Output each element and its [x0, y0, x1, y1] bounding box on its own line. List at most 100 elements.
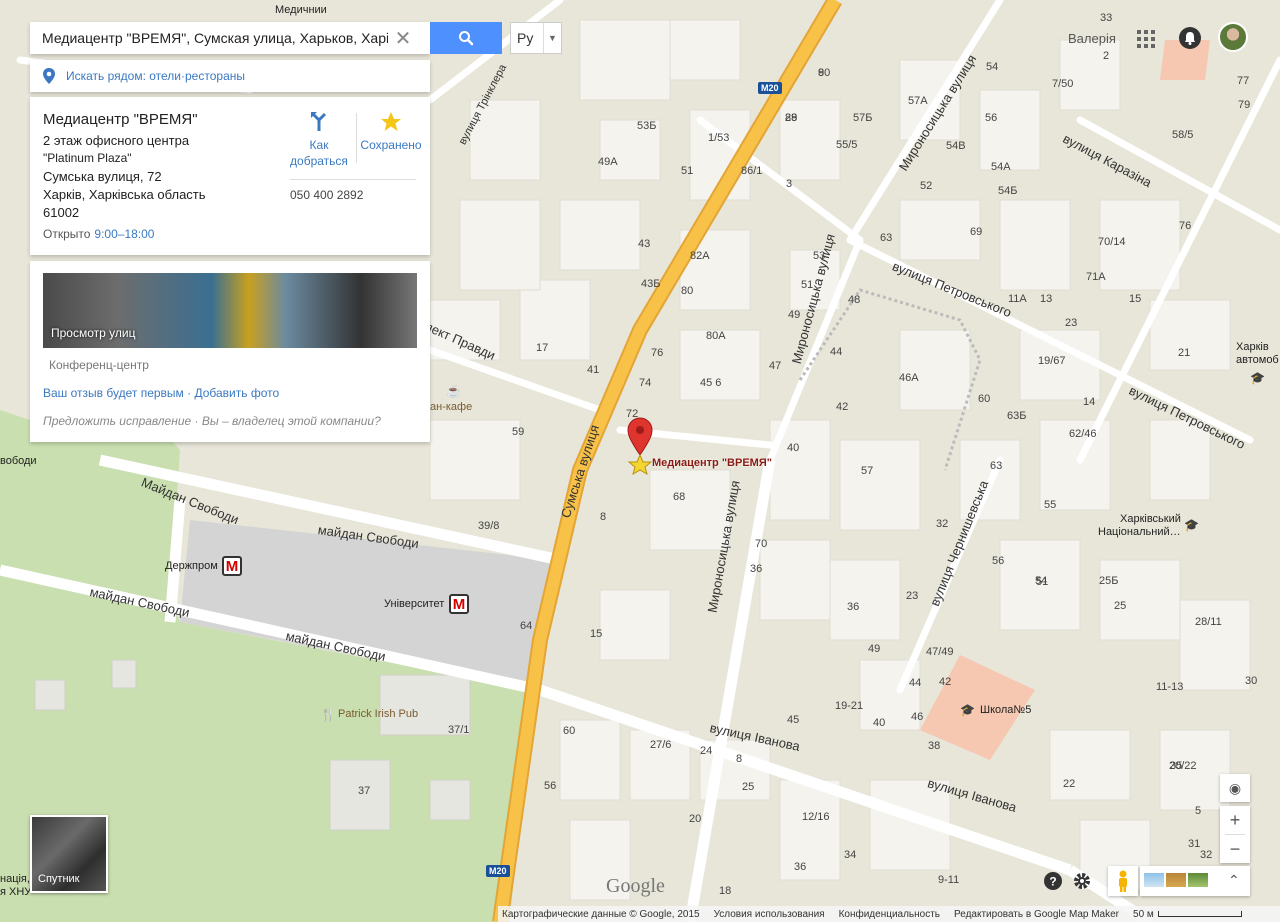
- user-name[interactable]: Валерія: [1068, 31, 1116, 46]
- house-number: 31: [1188, 838, 1201, 850]
- house-number: 46: [911, 711, 924, 723]
- metro-derzhprom-icon[interactable]: M: [222, 556, 242, 576]
- place-address-line-1: 2 этаж офисного центра: [43, 133, 190, 148]
- help-settings-tools: ?: [1040, 868, 1102, 897]
- terms-link[interactable]: Условия использования: [714, 909, 825, 920]
- house-number: 53Б: [637, 120, 657, 132]
- zoom-in-button[interactable]: +: [1220, 806, 1250, 834]
- search-box[interactable]: ✕: [30, 22, 430, 54]
- language-select[interactable]: Ру ▼: [510, 22, 562, 54]
- pub-icon[interactable]: 🍴: [320, 707, 336, 723]
- house-number: 11-13: [1156, 681, 1184, 693]
- house-number: 82A: [690, 250, 710, 262]
- house-number: 63Б: [1007, 410, 1027, 422]
- house-number: 32: [1200, 849, 1213, 861]
- locate-control[interactable]: ◉: [1220, 774, 1250, 802]
- poi-university-label-2[interactable]: Національний…: [1098, 526, 1181, 538]
- zoom-control[interactable]: + −: [1220, 806, 1250, 863]
- search-nearby-text[interactable]: Искать рядом: отели·рестораны: [66, 69, 245, 83]
- poi-school-label[interactable]: Школа№5: [980, 704, 1031, 716]
- house-number: 40: [787, 442, 800, 454]
- satellite-label: Спутник: [38, 873, 80, 885]
- house-number: 8: [818, 67, 825, 79]
- house-number: 52: [920, 180, 933, 192]
- house-number: 77: [1237, 75, 1250, 87]
- photos-layer-icon[interactable]: [1188, 873, 1208, 887]
- poi-pub-label[interactable]: Patrick Irish Pub: [338, 708, 418, 720]
- house-number: 47/49: [926, 646, 954, 658]
- help-icon[interactable]: ?: [1044, 872, 1062, 890]
- terrain-layer-icon[interactable]: [1166, 873, 1186, 887]
- poi-auto-label-1[interactable]: Харків: [1236, 341, 1269, 353]
- cafe-icon[interactable]: ☕: [446, 384, 461, 398]
- place-title: Медиацентр "ВРЕМЯ": [43, 111, 198, 128]
- poi-svobody-label: вободи: [0, 455, 37, 467]
- avatar[interactable]: [1218, 22, 1248, 52]
- house-number: 60: [563, 725, 576, 737]
- directions-icon: [311, 112, 327, 131]
- house-number: 23: [906, 590, 919, 602]
- card-divider-vertical: [356, 113, 357, 163]
- expand-icon[interactable]: ⌃: [1228, 872, 1240, 889]
- house-number: 70: [755, 538, 768, 550]
- house-number: 37: [358, 785, 371, 797]
- opening-hours: Открыто 9:00–18:00: [43, 227, 154, 241]
- house-number: 18: [719, 885, 732, 897]
- clear-icon[interactable]: ✕: [388, 26, 418, 51]
- poi-auto-label-2[interactable]: автомоб: [1236, 354, 1279, 366]
- layers-panel[interactable]: ⌃: [1140, 866, 1250, 896]
- poi-universytet-label[interactable]: Університет: [384, 598, 444, 610]
- poi-derzhprom-label[interactable]: Держпром: [165, 560, 218, 572]
- house-number: 76: [1179, 220, 1192, 232]
- settings-gear-icon[interactable]: [1074, 873, 1090, 889]
- house-number: 80A: [706, 330, 726, 342]
- place-card: Медиацентр "ВРЕМЯ" 2 этаж офисного центр…: [30, 97, 430, 255]
- house-number: 60: [978, 393, 991, 405]
- house-number: 38: [928, 740, 941, 752]
- house-number: 44: [830, 346, 843, 358]
- review-link[interactable]: Ваш отзыв будет первым · Добавить фото: [43, 386, 279, 400]
- house-number: 79: [1238, 99, 1251, 111]
- chevron-down-icon[interactable]: ▼: [543, 23, 561, 53]
- house-number: 39/8: [478, 520, 500, 532]
- university-icon[interactable]: 🎓: [1184, 518, 1199, 532]
- street-view-label[interactable]: Просмотр улиц: [51, 326, 135, 340]
- scale-indicator[interactable]: 50 м: [1133, 909, 1242, 920]
- place-address-line-3: Сумська вулиця, 72: [43, 169, 162, 184]
- directions-button[interactable]: Как добраться: [288, 111, 350, 169]
- highway-shield-top: M20: [758, 82, 782, 94]
- poi-cafe-label[interactable]: ан-кафе: [430, 401, 472, 413]
- hours-link[interactable]: 9:00–18:00: [94, 227, 154, 241]
- earth-layer-icon[interactable]: [1144, 873, 1164, 887]
- metro-universytet-icon[interactable]: M: [449, 594, 469, 614]
- map-maker-link[interactable]: Редактировать в Google Map Maker: [954, 909, 1119, 920]
- my-location-icon[interactable]: ◉: [1220, 774, 1250, 802]
- poi-medical-label-1[interactable]: Медичнии: [275, 4, 327, 16]
- school-icon[interactable]: 🎓: [960, 703, 975, 717]
- saved-button[interactable]: Сохранено: [358, 111, 424, 153]
- search-input[interactable]: [30, 30, 388, 46]
- satellite-toggle[interactable]: Спутник: [30, 815, 108, 893]
- house-number: 58/5: [1172, 129, 1194, 141]
- place-category: Конференц-центр: [49, 358, 149, 372]
- poi-university-label-1[interactable]: Харківський: [1120, 513, 1181, 525]
- house-number: 46A: [899, 372, 919, 384]
- house-number: 19/67: [1038, 355, 1066, 367]
- house-number: 2: [1103, 50, 1110, 62]
- auto-icon[interactable]: 🎓: [1250, 371, 1265, 385]
- privacy-link[interactable]: Конфиденциальность: [839, 909, 940, 920]
- zoom-out-button[interactable]: −: [1220, 835, 1250, 863]
- search-nearby[interactable]: Искать рядом: отели·рестораны: [30, 60, 430, 92]
- phone-number[interactable]: 050 400 2892: [290, 188, 363, 202]
- marker-label[interactable]: Медиацентр "ВРЕМЯ": [652, 457, 772, 469]
- suggest-edit-link[interactable]: Предложить исправление · Вы – владелец э…: [43, 414, 381, 428]
- street-view-photo[interactable]: Просмотр улиц: [43, 273, 417, 348]
- house-number: 51: [801, 279, 814, 291]
- apps-grid-icon[interactable]: [1137, 30, 1155, 48]
- notifications-bell-icon[interactable]: [1179, 27, 1201, 49]
- house-number: 13: [1040, 293, 1053, 305]
- search-button[interactable]: [430, 22, 502, 54]
- house-number: 45 6: [700, 377, 722, 389]
- pegman-street-view-icon[interactable]: [1108, 866, 1138, 896]
- house-number: 35: [1170, 760, 1183, 772]
